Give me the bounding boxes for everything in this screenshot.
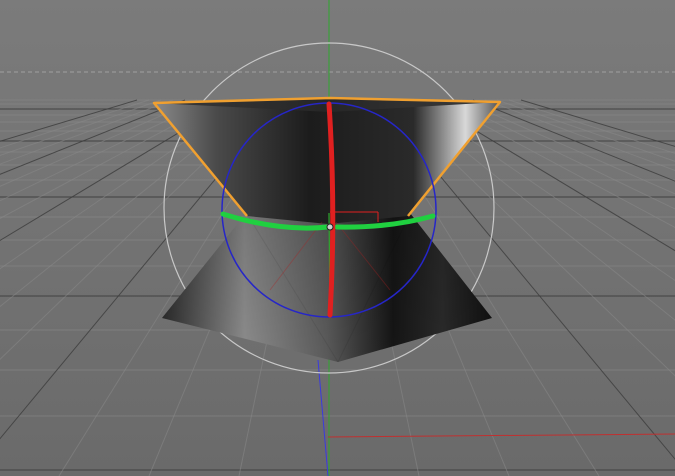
- gizmo-center-handle[interactable]: [326, 223, 334, 231]
- viewport-canvas[interactable]: [0, 0, 675, 476]
- 3d-viewport[interactable]: [0, 0, 675, 476]
